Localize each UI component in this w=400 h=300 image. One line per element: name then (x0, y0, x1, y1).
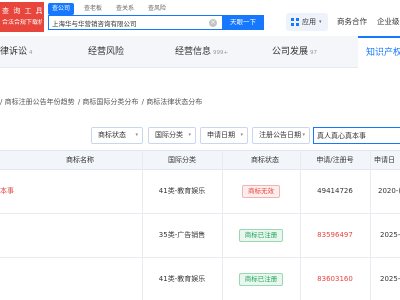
status-badge: 商标无效 (242, 184, 280, 198)
tab-operating-risk[interactable]: 经营风险 (88, 36, 124, 68)
search-button[interactable]: 天眼一下 (222, 15, 264, 30)
logo[interactable]: 查 询 工 具 合法合规下载机构 (0, 2, 44, 32)
tab-label: 经营信息 (175, 47, 212, 57)
scope-tab-relation[interactable]: 查关系 (112, 3, 138, 15)
filter-label: 国际分类 (155, 131, 183, 139)
column-header-class[interactable]: 国际分类 (142, 151, 222, 169)
grid-icon (291, 18, 299, 26)
subnav-link-registration-trend[interactable]: / 商标注册公告年份趋势 (0, 98, 75, 106)
application-date: 2025- (380, 275, 400, 283)
application-date: 2020-( (378, 187, 400, 195)
column-header-date[interactable]: 申请日 (374, 151, 400, 169)
column-header-status[interactable]: 商标状态 (230, 151, 300, 169)
nav-enterprise[interactable]: 企业级 (377, 13, 400, 31)
chevron-down-icon: ▾ (319, 19, 322, 25)
table-row[interactable]: 35类-广告销售 商标已注册 83596497 2025- (0, 214, 400, 258)
registration-number[interactable]: 49414726 (300, 170, 370, 213)
apps-button[interactable]: 应用 ▾ (286, 13, 328, 31)
trademark-class: 41类-教育娱乐 (158, 187, 206, 195)
sub-navigation: / 商标注册公告年份趋势 / 商标国际分类分布 / 商标法律状态分布 (0, 96, 203, 108)
chevron-down-icon: ▾ (302, 132, 305, 138)
filter-trademark-status[interactable]: 商标状态 ▾ (91, 127, 143, 144)
tab-operating-info[interactable]: 经营信息 999+ (175, 36, 228, 68)
filter-label: 商标状态 (98, 131, 126, 139)
trademark-status: 商标已注册 (222, 214, 300, 257)
filter-label: 注册公告日期 (259, 131, 301, 139)
tab-count: 4 (29, 50, 33, 56)
application-date: 2025- (380, 231, 400, 239)
logo-subtext: 合法合规下载机构 (2, 19, 42, 26)
column-header-regno[interactable]: 申请/注册号 (300, 151, 370, 169)
trademark-status: 商标已注册 (222, 258, 300, 300)
column-header-name[interactable]: 商标名称 (20, 151, 140, 169)
subnav-link-legal-status[interactable]: / 商标法律状态分布 (142, 98, 203, 106)
scope-tab-company[interactable]: 查公司 (48, 3, 75, 15)
subnav-link-class-distribution[interactable]: / 商标国际分类分布 (78, 98, 139, 106)
trademark-class: 35类-广告销售 (158, 231, 206, 239)
search-scope-tabs: 查公司 查老板 查关系 查风险 (48, 3, 176, 15)
status-badge: 商标已注册 (238, 228, 284, 242)
chevron-down-icon: ▾ (240, 132, 243, 138)
top-header: 查 询 工 具 合法合规下载机构 查公司 查老板 查关系 查风险 × 天眼一下 … (0, 0, 400, 34)
filter-application-date[interactable]: 申请日期 ▾ (200, 127, 248, 144)
clear-icon[interactable]: × (209, 19, 217, 27)
filter-international-class[interactable]: 国际分类 ▾ (148, 127, 196, 144)
scope-tab-boss[interactable]: 查老板 (80, 3, 106, 15)
trademark-status: 商标无效 (222, 170, 300, 213)
tab-intellectual-property[interactable]: 知识产权 (358, 36, 400, 68)
nav-business-cooperation[interactable]: 商务合作 (337, 13, 367, 31)
registration-number[interactable]: 83603160 (300, 258, 370, 300)
tab-count: 999+ (213, 50, 229, 56)
logo-text: 查 询 工 具 (2, 7, 42, 15)
tab-company-development[interactable]: 公司发展 97 (272, 36, 317, 68)
registration-number[interactable]: 83596497 (300, 214, 370, 257)
tab-label: 知识产权 (366, 48, 400, 58)
table-header: 商标名称 国际分类 商标状态 申请/注册号 申请日 (0, 150, 400, 170)
tab-label: 经营风险 (88, 47, 125, 57)
filter-announcement-date[interactable]: 注册公告日期 ▾ (252, 127, 310, 144)
chevron-down-icon: ▾ (135, 132, 138, 138)
apps-label: 应用 (302, 18, 316, 26)
table-row[interactable]: 41类-教育娱乐 商标已注册 83603160 2025- (0, 258, 400, 300)
trademark-search-input[interactable] (313, 127, 400, 144)
tab-count: 97 (310, 50, 318, 56)
trademark-name[interactable]: 本事 (0, 170, 40, 213)
trademark-class: 41类-教育娱乐 (158, 275, 206, 283)
tab-label: 公司发展 (272, 47, 309, 57)
section-tabs: 律诉讼 4 经营风险 经营信息 999+ 公司发展 97 知识产权 (0, 36, 400, 68)
search-box: × (48, 15, 222, 30)
chevron-down-icon: ▾ (188, 132, 191, 138)
search-input[interactable] (52, 16, 202, 29)
table-row[interactable]: 本事 41类-教育娱乐 商标无效 49414726 2020-( (0, 170, 400, 214)
filter-label: 申请日期 (207, 131, 235, 139)
tab-label: 律诉讼 (0, 47, 28, 57)
scope-tab-risk[interactable]: 查风险 (144, 3, 170, 15)
status-badge: 商标已注册 (238, 272, 284, 286)
tab-litigation[interactable]: 律诉讼 4 (0, 36, 33, 68)
